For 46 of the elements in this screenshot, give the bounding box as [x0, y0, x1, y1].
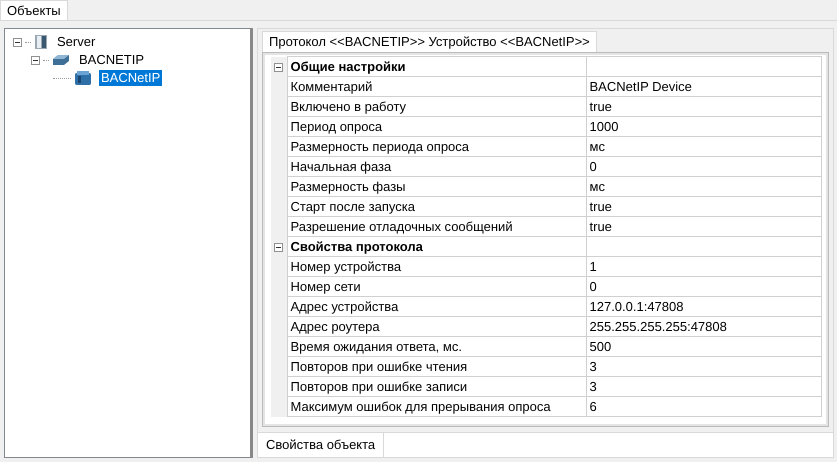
category-header: Общие настройки [287, 56, 586, 76]
property-name: Комментарий [287, 76, 586, 96]
property-value[interactable]: 1000 [586, 116, 822, 136]
category-header: Свойства протокола [287, 236, 586, 256]
property-value[interactable]: 3 [586, 356, 822, 376]
property-value[interactable]: BACNetIP Device [586, 76, 822, 96]
property-name: Максимум ошибок для прерывания опроса [287, 396, 586, 416]
property-name: Размерность фазы [287, 176, 586, 196]
property-name: Период опроса [287, 116, 586, 136]
network-card-icon [52, 54, 70, 66]
collapse-toggle-icon[interactable] [274, 62, 283, 72]
collapse-toggle-icon[interactable] [274, 242, 283, 252]
property-value[interactable]: true [586, 96, 822, 116]
property-value[interactable]: 6 [586, 396, 822, 416]
property-value[interactable]: 3 [586, 376, 822, 396]
property-value[interactable]: 127.0.0.1:47808 [586, 296, 822, 316]
property-value[interactable]: мс [586, 136, 822, 156]
device-icon [74, 70, 92, 86]
property-name: Номер устройства [287, 256, 586, 276]
property-value[interactable]: 1 [586, 256, 822, 276]
property-value[interactable]: true [586, 196, 822, 216]
property-value[interactable]: true [586, 216, 822, 236]
property-value[interactable]: 255.255.255.255:47808 [586, 316, 822, 336]
tree-item[interactable]: Server [55, 34, 98, 50]
property-name: Номер сети [287, 276, 586, 296]
property-name: Адрес устройства [287, 296, 586, 316]
property-name: Начальная фаза [287, 156, 586, 176]
property-value[interactable]: 0 [586, 156, 822, 176]
property-name: Повторов при ошибке чтения [287, 356, 586, 376]
property-name: Разрешение отладочных сообщений [287, 216, 586, 236]
tree-item[interactable]: BACNetIP [99, 70, 162, 86]
server-icon [34, 34, 48, 50]
property-value[interactable]: мс [586, 176, 822, 196]
tab[interactable]: Объекты [0, 0, 68, 20]
collapse-toggle-icon[interactable] [13, 38, 22, 46]
property-name: Старт после запуска [287, 196, 586, 216]
property-name: Повторов при ошибке записи [287, 376, 586, 396]
property-name: Время ожидания ответа, мс. [287, 336, 586, 356]
tab[interactable]: Протокол <<BACNETIP>> Устройство <<BACNetIP>> [262, 31, 597, 52]
property-name: Размерность периода опроса [287, 136, 586, 156]
property-value[interactable]: 500 [586, 336, 822, 356]
collapse-toggle-icon[interactable] [31, 56, 40, 64]
tree-item[interactable]: BACNETIP [77, 52, 146, 68]
property-value[interactable]: 0 [586, 276, 822, 296]
property-name: Включено в работу [287, 96, 586, 116]
property-name: Адрес роутера [287, 316, 586, 336]
